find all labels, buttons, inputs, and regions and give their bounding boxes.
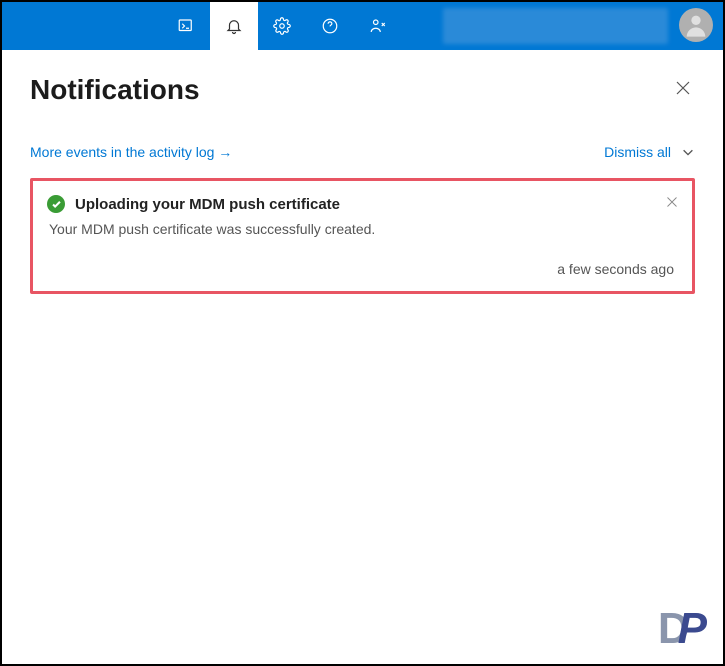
dismiss-notification-button[interactable] bbox=[666, 195, 678, 213]
actions-row: More events in the activity log → Dismis… bbox=[30, 144, 695, 160]
notification-body: Your MDM push certificate was successful… bbox=[49, 221, 674, 237]
dismiss-all-label: Dismiss all bbox=[604, 144, 671, 160]
settings-icon[interactable] bbox=[258, 2, 306, 50]
cloud-shell-icon[interactable] bbox=[162, 2, 210, 50]
notification-title: Uploading your MDM push certificate bbox=[75, 196, 340, 213]
panel-header: Notifications bbox=[30, 74, 695, 106]
top-header bbox=[2, 2, 723, 50]
notifications-icon[interactable] bbox=[210, 2, 258, 50]
page-title: Notifications bbox=[30, 74, 200, 106]
feedback-icon[interactable] bbox=[354, 2, 402, 50]
notifications-panel: Notifications More events in the activit… bbox=[2, 50, 723, 318]
avatar[interactable] bbox=[679, 8, 713, 42]
notification-card: Uploading your MDM push certificate Your… bbox=[30, 178, 695, 294]
help-icon[interactable] bbox=[306, 2, 354, 50]
dismiss-all-button[interactable]: Dismiss all bbox=[604, 144, 695, 160]
chevron-down-icon bbox=[681, 145, 695, 159]
account-info-redacted bbox=[443, 8, 668, 44]
success-check-icon bbox=[47, 195, 65, 213]
notification-timestamp: a few seconds ago bbox=[47, 261, 674, 277]
activity-log-link[interactable]: More events in the activity log → bbox=[30, 144, 232, 160]
notification-header: Uploading your MDM push certificate bbox=[47, 195, 674, 213]
watermark-logo: DP bbox=[658, 604, 707, 654]
close-panel-button[interactable] bbox=[671, 76, 695, 105]
